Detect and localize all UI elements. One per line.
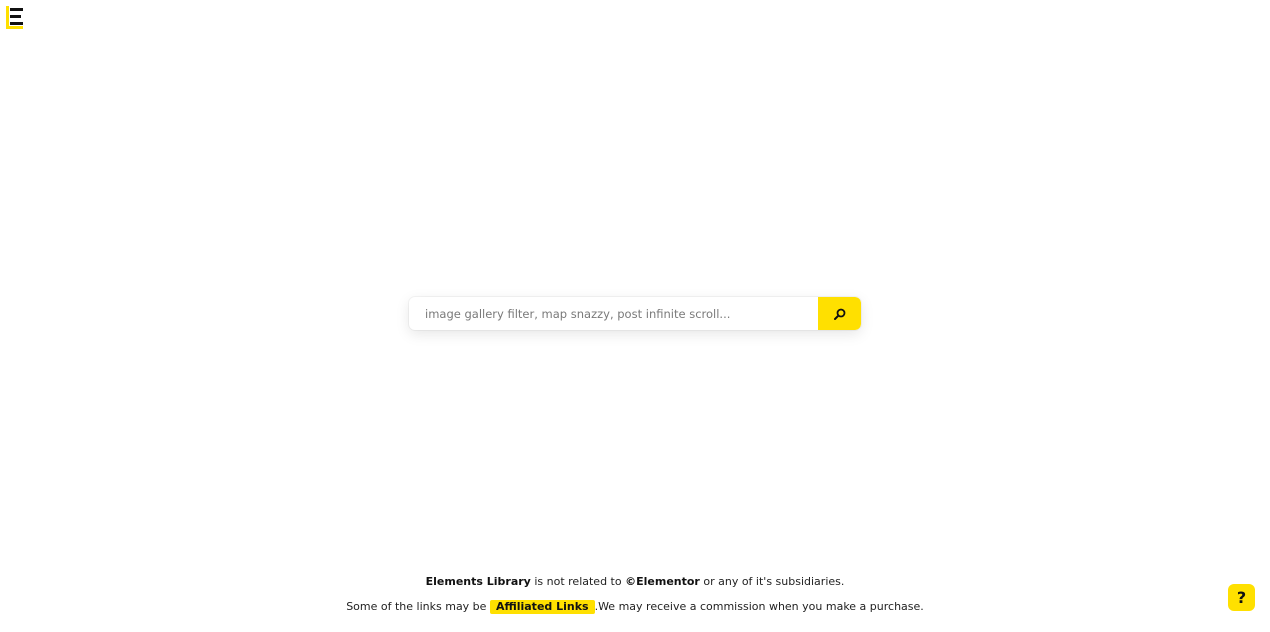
search-bar	[409, 297, 861, 330]
search-input[interactable]	[409, 297, 818, 330]
affiliated-links-link[interactable]: Affiliated Links	[489, 600, 595, 614]
footer-elementor: ©Elementor	[625, 575, 700, 588]
elements-library-logo-icon[interactable]	[6, 6, 23, 29]
footer-brand: Elements Library	[425, 575, 531, 588]
footer-disclaimer: Elements Library is not related to ©Elem…	[0, 575, 1270, 588]
footer-text: .We may receive a commission when you ma…	[594, 600, 924, 613]
search-icon	[833, 308, 845, 320]
footer-text: Some of the links may be	[346, 600, 490, 613]
logo-mark	[6, 6, 23, 29]
footer-affiliate-notice: Some of the links may be Affiliated Link…	[0, 600, 1270, 614]
search-button[interactable]	[818, 297, 861, 330]
footer-text: or any of it's subsidiaries.	[699, 575, 845, 588]
footer-text: is not related to	[530, 575, 626, 588]
help-button[interactable]: ?	[1228, 584, 1255, 611]
page: Elements Library is not related to ©Elem…	[0, 0, 1270, 632]
